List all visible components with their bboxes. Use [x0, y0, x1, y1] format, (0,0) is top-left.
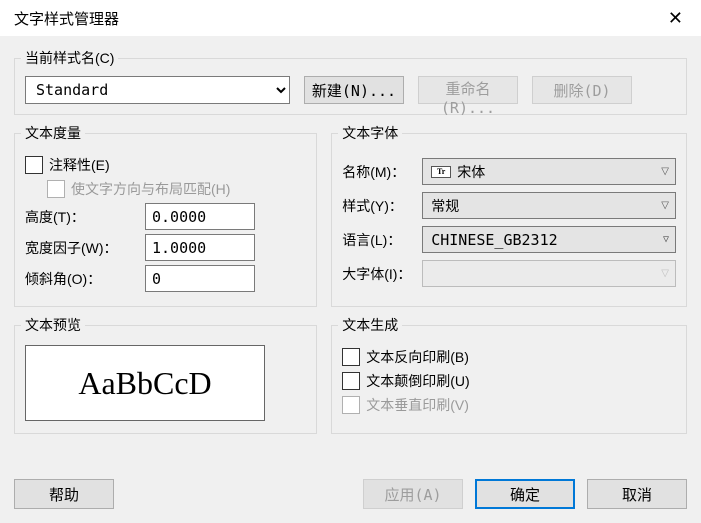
legend-preview: 文本预览 [21, 315, 85, 335]
backwards-checkbox[interactable] [342, 348, 360, 366]
legend-effects: 文本生成 [338, 315, 402, 335]
font-name-label: 名称(M)： [342, 162, 422, 182]
width-factor-input[interactable] [145, 234, 255, 261]
dialog-body: 当前样式名(C) Standard 新建(N)... 重命名(R)... 删除(… [0, 36, 701, 523]
group-text-font: 文本字体 名称(M)： Tr宋体 ▽ 样式(Y)： 常规 ▽ 语言(L)： CH… [331, 123, 687, 307]
font-lang-select[interactable]: CHINESE_GB2312 ▽ [422, 226, 676, 253]
apply-button: 应用(A) [363, 479, 463, 509]
bigfont-select: ▽ [422, 260, 676, 287]
width-factor-label: 宽度因子(W)： [25, 238, 145, 258]
oblique-label: 倾斜角(O)： [25, 269, 145, 289]
bigfont-label: 大字体(I)： [342, 264, 422, 284]
help-button[interactable]: 帮助 [14, 479, 114, 509]
truetype-icon: Tr [431, 166, 451, 178]
vertical-checkbox [342, 396, 360, 414]
font-name-select[interactable]: Tr宋体 ▽ [422, 158, 676, 185]
font-lang-label: 语言(L)： [342, 230, 422, 250]
group-current-style: 当前样式名(C) Standard 新建(N)... 重命名(R)... 删除(… [14, 48, 687, 115]
delete-style-button: 删除(D) [532, 76, 632, 104]
legend-metrics: 文本度量 [21, 123, 85, 143]
legend-current-style: 当前样式名(C) [21, 48, 118, 68]
chevron-down-icon: ▽ [661, 166, 669, 177]
vertical-label: 文本垂直印刷(V) [366, 395, 469, 415]
match-orientation-checkbox [47, 180, 65, 198]
style-name-select[interactable]: Standard [25, 76, 290, 104]
ok-button[interactable]: 确定 [475, 479, 575, 509]
preview-sample: AaBbCcD [25, 345, 265, 421]
close-icon[interactable]: ✕ [660, 4, 691, 33]
window-title: 文字样式管理器 [14, 8, 660, 29]
height-input[interactable] [145, 203, 255, 230]
footer: 帮助 应用(A) 确定 取消 [10, 475, 691, 513]
group-text-preview: 文本预览 AaBbCcD [14, 315, 317, 434]
font-style-label: 样式(Y)： [342, 196, 422, 216]
upsidedown-label: 文本颠倒印刷(U) [366, 371, 469, 391]
group-text-effects: 文本生成 文本反向印刷(B) 文本颠倒印刷(U) 文本垂直印刷(V) [331, 315, 687, 434]
group-text-metrics: 文本度量 注释性(E) 使文字方向与布局匹配(H) 高度(T)： 宽度因子(W)… [14, 123, 317, 307]
oblique-input[interactable] [145, 265, 255, 292]
font-style-select[interactable]: 常规 ▽ [422, 192, 676, 219]
annotative-label: 注释性(E) [49, 155, 110, 175]
upsidedown-checkbox[interactable] [342, 372, 360, 390]
chevron-down-icon: ▽ [663, 234, 669, 245]
cancel-button[interactable]: 取消 [587, 479, 687, 509]
chevron-down-icon: ▽ [661, 200, 669, 211]
annotative-checkbox[interactable] [25, 156, 43, 174]
titlebar: 文字样式管理器 ✕ [0, 0, 701, 36]
backwards-label: 文本反向印刷(B) [366, 347, 469, 367]
legend-font: 文本字体 [338, 123, 402, 143]
match-orientation-label: 使文字方向与布局匹配(H) [71, 179, 230, 199]
chevron-down-icon: ▽ [661, 268, 669, 279]
rename-style-button: 重命名(R)... [418, 76, 518, 104]
new-style-button[interactable]: 新建(N)... [304, 76, 404, 104]
height-label: 高度(T)： [25, 207, 145, 227]
